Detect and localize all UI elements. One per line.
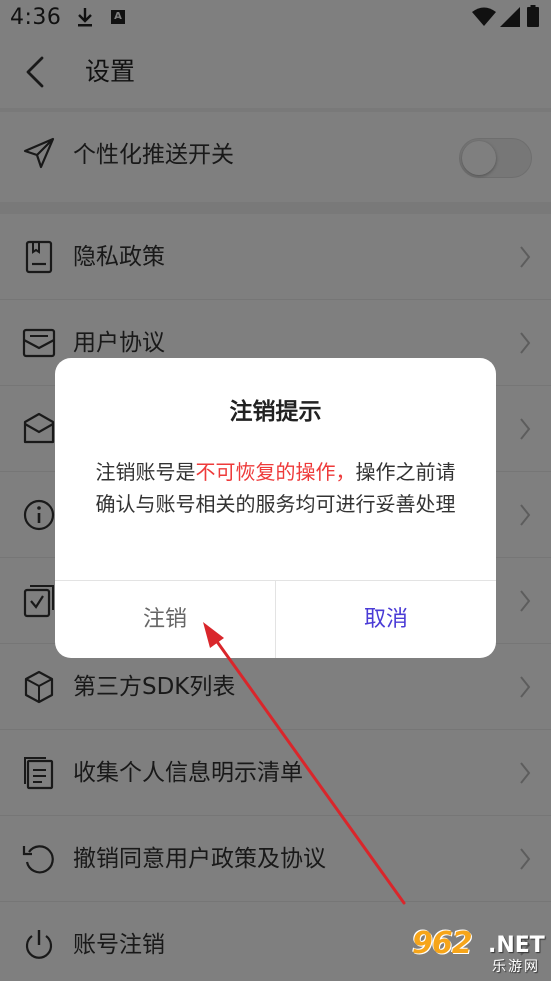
dialog-warning-text: 不可恢复的操作， [195, 460, 356, 484]
dialog-title: 注销提示 [229, 399, 322, 425]
watermark-domain: .NET [488, 933, 545, 958]
dialog-message: 注销账号是不可恢复的操作，操作之前请确认与账号相关的服务均可进行妥善处理 [87, 456, 464, 520]
watermark-caption: 乐游网 [492, 959, 540, 975]
cancel-button[interactable]: 取消 [276, 581, 496, 658]
dialog-message-prefix: 注销账号是 [95, 460, 196, 484]
watermark-number: 962 [412, 926, 473, 961]
confirm-delete-button[interactable]: 注销 [55, 581, 275, 658]
settings-screen: 4:36 A 设置 个性化推送开关 [0, 0, 551, 981]
watermark: 962 .NET 乐游网 [412, 928, 548, 978]
delete-account-dialog: 注销提示 注销账号是不可恢复的操作，操作之前请确认与账号相关的服务均可进行妥善处… [55, 358, 496, 658]
